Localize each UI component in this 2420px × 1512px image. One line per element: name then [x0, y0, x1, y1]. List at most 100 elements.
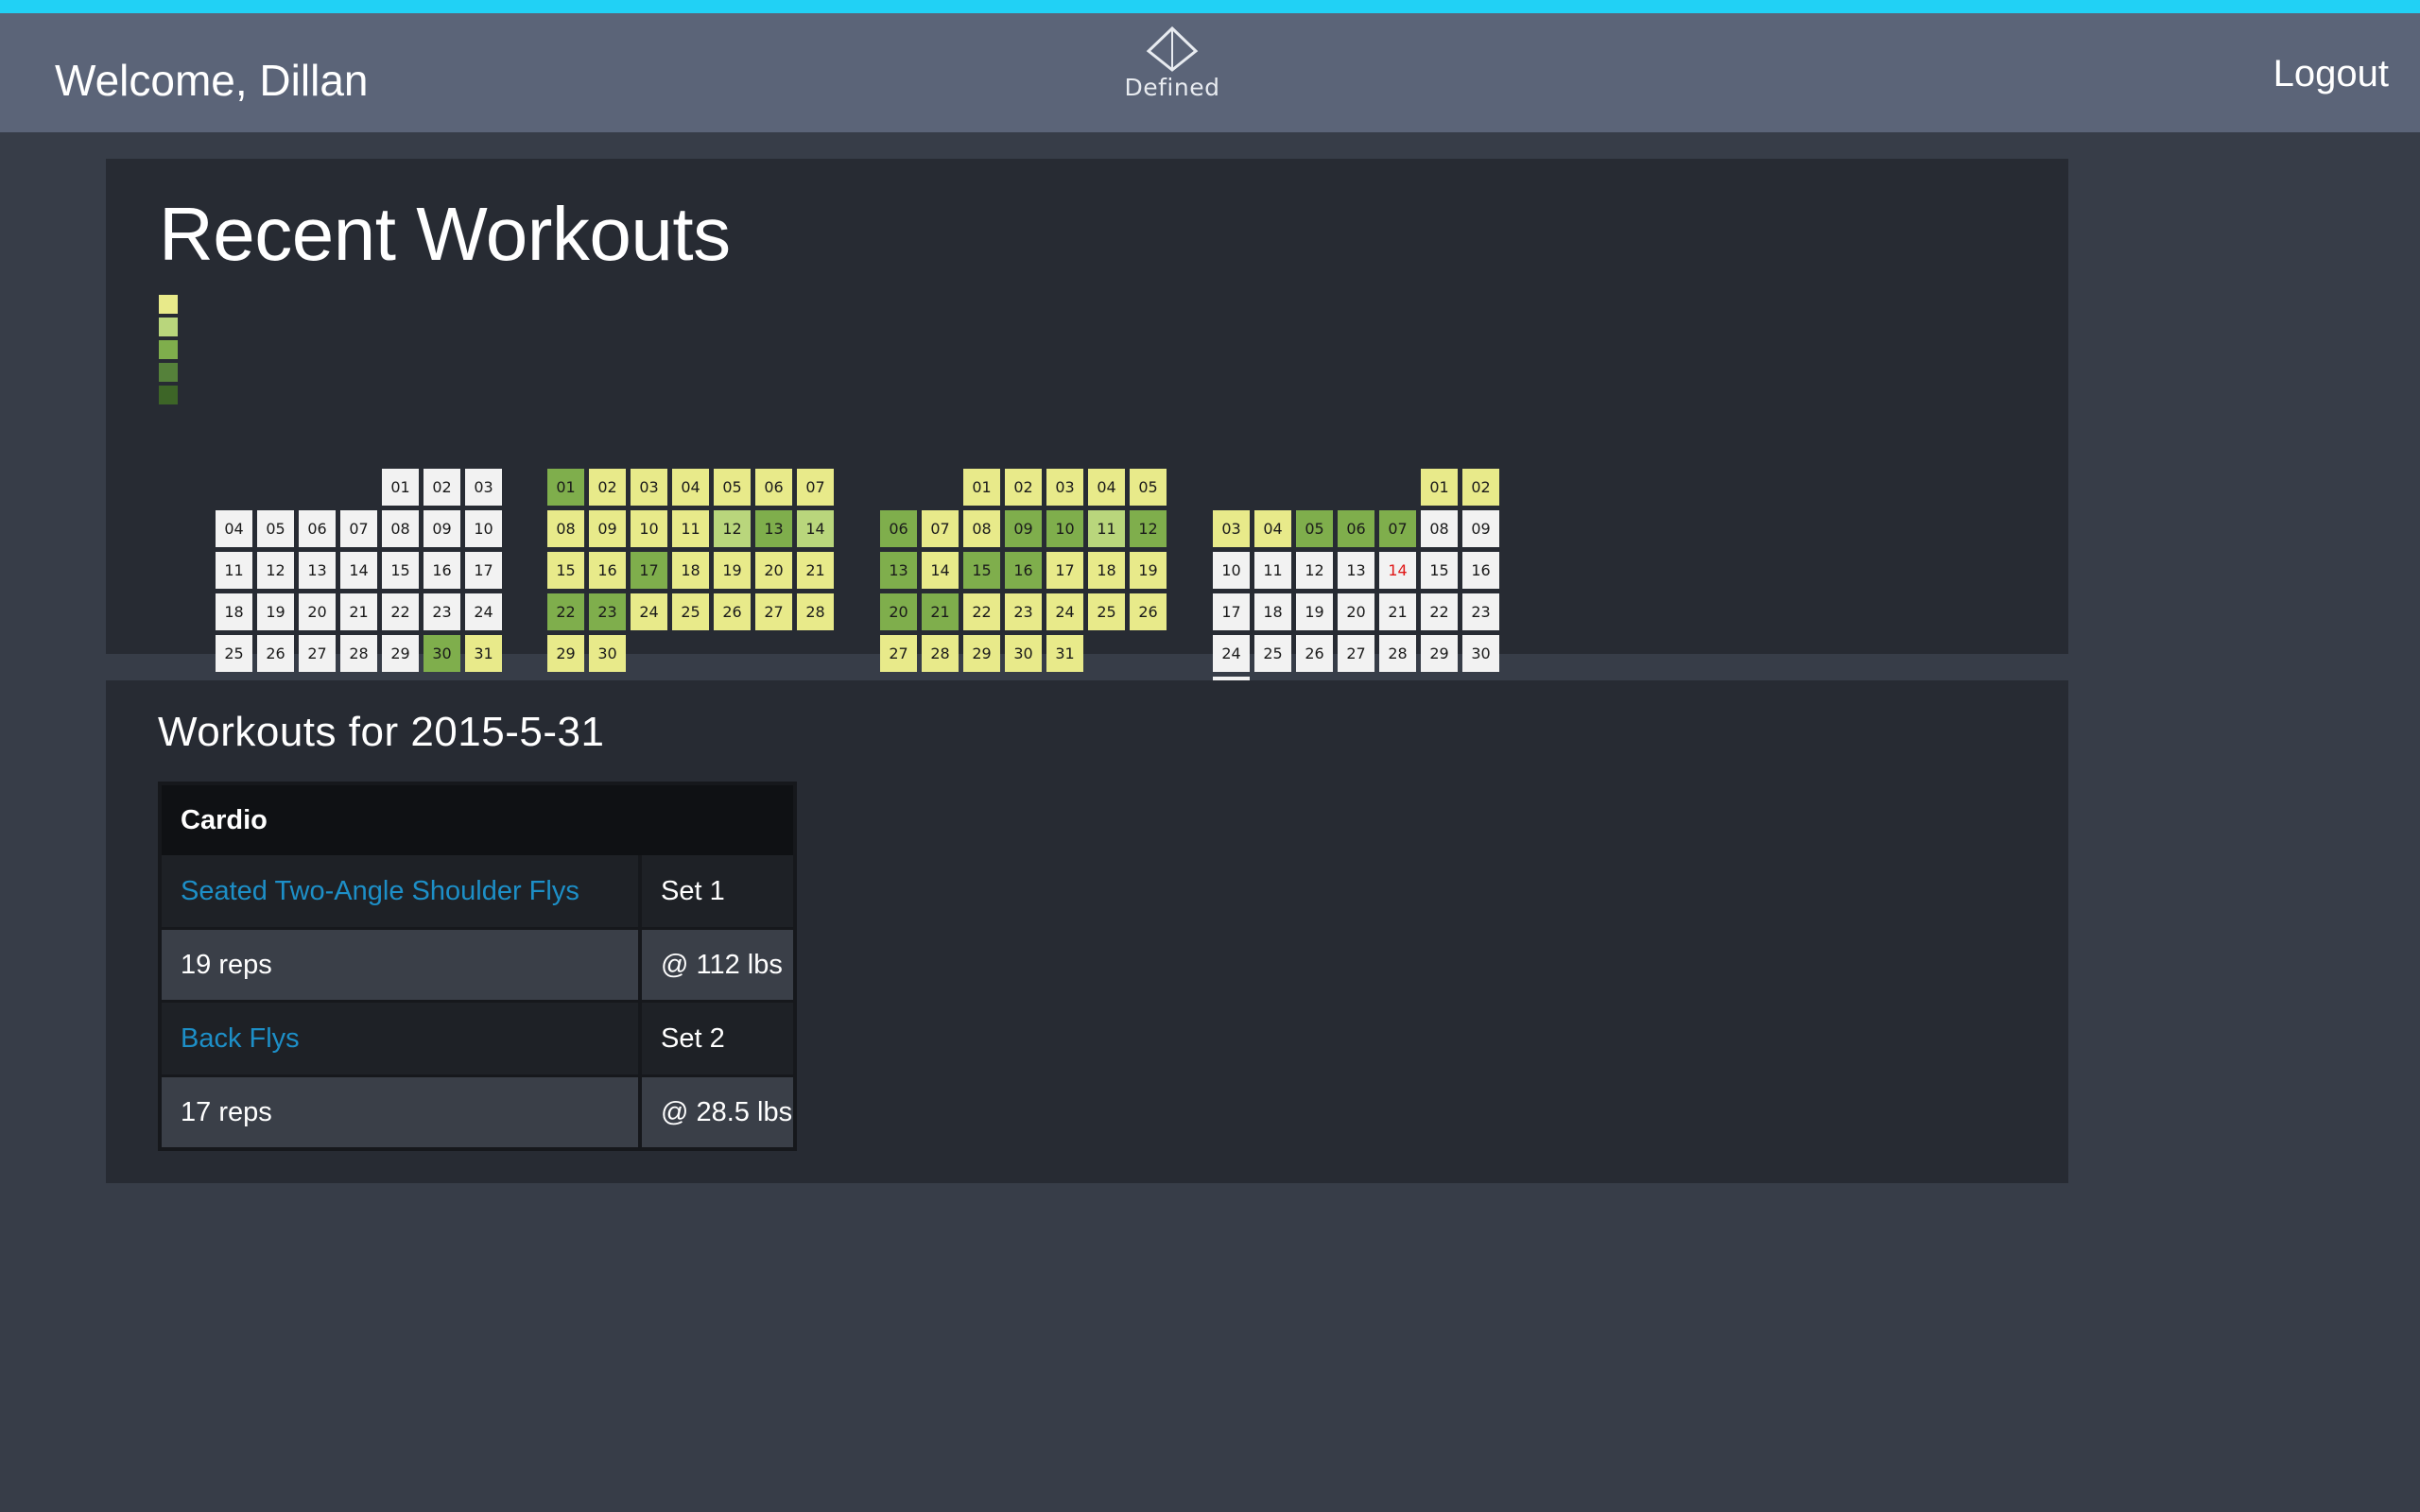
calendar-day[interactable]: 03 — [465, 469, 502, 506]
calendar-day[interactable]: 31 — [465, 635, 502, 672]
calendar-day[interactable]: 11 — [216, 552, 252, 589]
calendar-day[interactable]: 14 — [1379, 552, 1416, 589]
calendar-day[interactable]: 15 — [382, 552, 419, 589]
calendar-day[interactable]: 22 — [1421, 593, 1458, 630]
calendar-day[interactable]: 10 — [1213, 552, 1250, 589]
calendar-day[interactable]: 15 — [963, 552, 1000, 589]
calendar-day[interactable]: 18 — [672, 552, 709, 589]
calendar-day[interactable]: 30 — [1005, 635, 1042, 672]
calendar-day[interactable]: 08 — [1421, 510, 1458, 547]
calendar-day[interactable]: 20 — [1338, 593, 1374, 630]
calendar-day[interactable]: 18 — [1254, 593, 1291, 630]
calendar-day[interactable]: 20 — [299, 593, 336, 630]
calendar-day[interactable]: 23 — [589, 593, 626, 630]
calendar-day[interactable]: 08 — [382, 510, 419, 547]
calendar-day[interactable]: 24 — [465, 593, 502, 630]
calendar-day[interactable]: 20 — [755, 552, 792, 589]
calendar-day[interactable]: 26 — [1130, 593, 1167, 630]
calendar-day[interactable]: 21 — [922, 593, 959, 630]
calendar-day[interactable]: 29 — [963, 635, 1000, 672]
calendar-day[interactable]: 19 — [714, 552, 751, 589]
calendar-day[interactable]: 06 — [1338, 510, 1374, 547]
calendar-day[interactable]: 27 — [880, 635, 917, 672]
calendar-day[interactable]: 17 — [465, 552, 502, 589]
calendar-day[interactable]: 14 — [797, 510, 834, 547]
calendar-day[interactable]: 13 — [755, 510, 792, 547]
calendar-day[interactable]: 28 — [797, 593, 834, 630]
calendar-day[interactable]: 04 — [216, 510, 252, 547]
calendar-day[interactable]: 04 — [1088, 469, 1125, 506]
calendar-day[interactable]: 25 — [1254, 635, 1291, 672]
calendar-day[interactable]: 07 — [340, 510, 377, 547]
calendar-day[interactable]: 10 — [1046, 510, 1083, 547]
calendar-day[interactable]: 07 — [797, 469, 834, 506]
calendar-day[interactable]: 27 — [755, 593, 792, 630]
calendar-day[interactable]: 26 — [1296, 635, 1333, 672]
calendar-day[interactable]: 03 — [1046, 469, 1083, 506]
calendar-day[interactable]: 26 — [257, 635, 294, 672]
exercise-link[interactable]: Back Flys — [181, 1023, 300, 1055]
calendar-day[interactable]: 16 — [424, 552, 460, 589]
calendar-day[interactable]: 24 — [1046, 593, 1083, 630]
calendar-day[interactable]: 06 — [755, 469, 792, 506]
calendar-day[interactable]: 28 — [340, 635, 377, 672]
calendar-day[interactable]: 29 — [382, 635, 419, 672]
calendar-day[interactable]: 13 — [1338, 552, 1374, 589]
calendar-day[interactable]: 25 — [216, 635, 252, 672]
calendar-day[interactable]: 12 — [1130, 510, 1167, 547]
calendar-day[interactable]: 24 — [1213, 635, 1250, 672]
brand-logo[interactable]: Defined — [1120, 26, 1224, 101]
calendar-day[interactable]: 02 — [1005, 469, 1042, 506]
calendar-day[interactable]: 05 — [1130, 469, 1167, 506]
calendar-day[interactable]: 27 — [299, 635, 336, 672]
calendar-day[interactable]: 19 — [257, 593, 294, 630]
calendar-day[interactable]: 13 — [880, 552, 917, 589]
calendar-day[interactable]: 11 — [672, 510, 709, 547]
calendar-day[interactable]: 18 — [216, 593, 252, 630]
calendar-day[interactable]: 05 — [714, 469, 751, 506]
calendar-day[interactable]: 03 — [1213, 510, 1250, 547]
calendar-day[interactable]: 14 — [340, 552, 377, 589]
calendar-day[interactable]: 19 — [1296, 593, 1333, 630]
calendar-day[interactable]: 21 — [797, 552, 834, 589]
calendar-day[interactable]: 16 — [1005, 552, 1042, 589]
calendar-day[interactable]: 08 — [963, 510, 1000, 547]
calendar-day[interactable]: 25 — [1088, 593, 1125, 630]
calendar-day[interactable]: 11 — [1254, 552, 1291, 589]
calendar-day[interactable]: 09 — [1462, 510, 1499, 547]
calendar-day[interactable]: 22 — [963, 593, 1000, 630]
calendar-day[interactable]: 14 — [922, 552, 959, 589]
calendar-day[interactable]: 12 — [257, 552, 294, 589]
calendar-day[interactable]: 21 — [340, 593, 377, 630]
calendar-day[interactable]: 11 — [1088, 510, 1125, 547]
logout-link[interactable]: Logout — [2273, 53, 2389, 95]
calendar-day[interactable]: 22 — [547, 593, 584, 630]
calendar-day[interactable]: 29 — [1421, 635, 1458, 672]
calendar-day[interactable]: 09 — [589, 510, 626, 547]
calendar-day[interactable]: 16 — [589, 552, 626, 589]
calendar-day[interactable]: 30 — [1462, 635, 1499, 672]
calendar-day[interactable]: 17 — [1213, 593, 1250, 630]
calendar-day[interactable]: 13 — [299, 552, 336, 589]
calendar-day[interactable]: 20 — [880, 593, 917, 630]
calendar-day[interactable]: 06 — [299, 510, 336, 547]
calendar-day[interactable]: 05 — [1296, 510, 1333, 547]
calendar-day[interactable]: 02 — [1462, 469, 1499, 506]
calendar-day[interactable]: 24 — [631, 593, 667, 630]
calendar-day[interactable]: 26 — [714, 593, 751, 630]
calendar-day[interactable]: 15 — [547, 552, 584, 589]
calendar-day[interactable]: 23 — [424, 593, 460, 630]
calendar-day[interactable]: 04 — [1254, 510, 1291, 547]
calendar-day[interactable]: 31 — [1046, 635, 1083, 672]
calendar-day[interactable]: 18 — [1088, 552, 1125, 589]
calendar-day[interactable]: 15 — [1421, 552, 1458, 589]
calendar-day[interactable]: 30 — [589, 635, 626, 672]
calendar-day[interactable]: 17 — [631, 552, 667, 589]
calendar-day[interactable]: 06 — [880, 510, 917, 547]
calendar-day[interactable]: 05 — [257, 510, 294, 547]
calendar-day[interactable]: 17 — [1046, 552, 1083, 589]
calendar-day[interactable]: 01 — [1421, 469, 1458, 506]
calendar-day[interactable]: 02 — [589, 469, 626, 506]
calendar-day[interactable]: 09 — [424, 510, 460, 547]
calendar-day[interactable]: 19 — [1130, 552, 1167, 589]
